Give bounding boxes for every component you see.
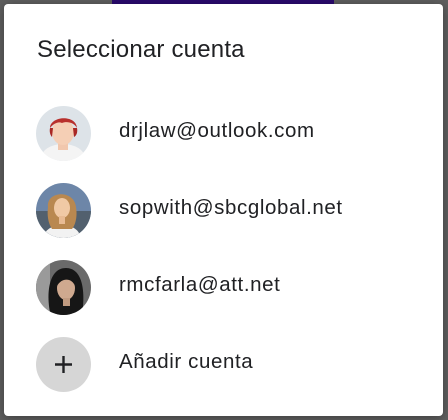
add-account-label: Añadir cuenta (119, 350, 254, 373)
user-avatar-icon (36, 183, 91, 238)
account-item-2[interactable]: sopwith@sbcglobal.net (4, 172, 443, 248)
user-avatar-icon (36, 260, 91, 315)
dialog-title: Seleccionar cuenta (37, 36, 245, 63)
plus-icon (36, 337, 91, 392)
account-email: sopwith@sbcglobal.net (119, 196, 343, 219)
user-avatar-icon (36, 106, 91, 161)
account-item-3[interactable]: rmcfarla@att.net (4, 249, 443, 325)
account-email: drjlaw@outlook.com (119, 119, 315, 142)
account-item-1[interactable]: drjlaw@outlook.com (4, 95, 443, 171)
add-account-button[interactable]: Añadir cuenta (4, 326, 443, 402)
account-picker-dialog: Seleccionar cuenta drjlaw@outlook.com so… (4, 4, 443, 416)
account-email: rmcfarla@att.net (119, 273, 281, 296)
